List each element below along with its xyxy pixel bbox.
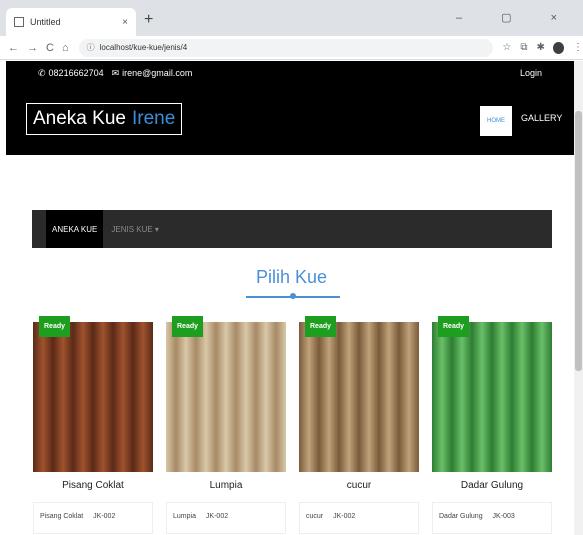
- info-name: cucur: [306, 513, 324, 520]
- forward-icon[interactable]: →: [27, 42, 38, 54]
- info-code: JK-002: [333, 513, 356, 520]
- product-card[interactable]: Ready Pisang Coklat Pisang Coklat JK-002: [33, 316, 153, 534]
- phone-contact: ✆ 08216662704: [38, 68, 104, 79]
- product-photo-lumpia[interactable]: [166, 322, 286, 472]
- tab-title: Untitled: [30, 17, 61, 27]
- brand-logo[interactable]: Aneka Kue Irene: [26, 103, 183, 135]
- product-name[interactable]: Pisang Coklat: [33, 480, 153, 491]
- back-icon[interactable]: ←: [8, 42, 19, 54]
- product-photo-pisang-coklat[interactable]: [33, 322, 153, 472]
- product-info: cucur JK-002: [299, 502, 419, 534]
- product-name[interactable]: Lumpia: [166, 480, 286, 491]
- nav-gallery[interactable]: GALLERY: [521, 113, 562, 123]
- info-name: Lumpia: [173, 513, 196, 520]
- brand-accent: Irene: [131, 108, 176, 129]
- puzzle-icon[interactable]: ✱: [537, 42, 545, 53]
- url-text: localhost/kue-kue/jenis/4: [99, 43, 188, 52]
- category-jenis-kue-dropdown[interactable]: JENIS KUE ▾: [111, 225, 159, 234]
- product-card[interactable]: Ready Lumpia Lumpia JK-002: [166, 316, 286, 534]
- favicon-icon: [14, 17, 24, 27]
- email-address: irene@gmail.com: [122, 68, 193, 78]
- product-photo-dadar-gulung[interactable]: [432, 322, 552, 472]
- browser-tab[interactable]: Untitled ×: [6, 8, 136, 36]
- status-badge: Ready: [39, 316, 71, 337]
- browser-tab-strip: Untitled × + – ▢ ×: [0, 0, 583, 36]
- category-bar: ANEKA KUE JENIS KUE ▾: [32, 210, 552, 248]
- info-code: JK-002: [205, 513, 229, 520]
- status-badge: Ready: [438, 316, 470, 337]
- top-info-bar: ✆ 08216662704 ✉ irene@gmail.com Login: [6, 61, 574, 85]
- info-icon: ⓘ: [86, 43, 95, 52]
- product-info: Dadar Gulung JK-003: [432, 502, 552, 534]
- product-card[interactable]: Ready cucur cucur JK-002: [299, 316, 419, 534]
- window-controls[interactable]: – ▢ ×: [456, 11, 575, 24]
- info-name: Dadar Gulung: [439, 513, 483, 520]
- info-name: Pisang Coklat: [40, 513, 84, 520]
- profile-avatar[interactable]: [552, 41, 564, 54]
- product-card[interactable]: Ready Dadar Gulung Dadar Gulung JK-003: [432, 316, 552, 534]
- status-badge: Ready: [305, 316, 337, 337]
- product-info: Pisang Coklat JK-002: [33, 502, 153, 534]
- nav-home[interactable]: HOME: [480, 106, 512, 136]
- url-field[interactable]: ⓘ localhost/kue-kue/jenis/4: [78, 38, 494, 57]
- scrollbar-thumb[interactable]: [575, 111, 582, 371]
- extensions-icon[interactable]: ⧉: [520, 42, 527, 53]
- menu-icon[interactable]: ⋮: [573, 42, 583, 53]
- page-scrollbar[interactable]: [574, 61, 583, 535]
- phone-icon: ✆: [38, 67, 46, 78]
- phone-number: 08216662704: [48, 68, 104, 78]
- info-code: JK-002: [93, 513, 116, 520]
- category-aneka-kue[interactable]: ANEKA KUE: [46, 210, 104, 248]
- product-name[interactable]: cucur: [299, 480, 419, 491]
- address-bar: ← → C ⌂ ⓘ localhost/kue-kue/jenis/4 ☆ ⧉ …: [0, 36, 583, 60]
- section-title: Pilih Kue: [255, 267, 328, 287]
- email-contact: ✉ irene@gmail.com: [112, 68, 193, 79]
- status-badge: Ready: [172, 316, 204, 337]
- new-tab-button[interactable]: +: [144, 11, 153, 29]
- home-icon[interactable]: ⌂: [62, 42, 69, 54]
- product-photo-cucur[interactable]: [299, 322, 419, 472]
- site-header: Aneka Kue Irene HOME GALLERY: [6, 85, 574, 155]
- mail-icon: ✉: [111, 67, 120, 78]
- title-dot: [290, 293, 296, 299]
- product-name[interactable]: Dadar Gulung: [432, 480, 552, 491]
- info-code: JK-003: [492, 513, 515, 520]
- reload-icon[interactable]: C: [46, 42, 54, 54]
- close-tab-icon[interactable]: ×: [122, 17, 128, 28]
- star-icon[interactable]: ☆: [502, 42, 511, 53]
- brand-main: Aneka Kue: [33, 108, 126, 129]
- login-link[interactable]: Login: [520, 68, 542, 78]
- product-info: Lumpia JK-002: [166, 502, 286, 534]
